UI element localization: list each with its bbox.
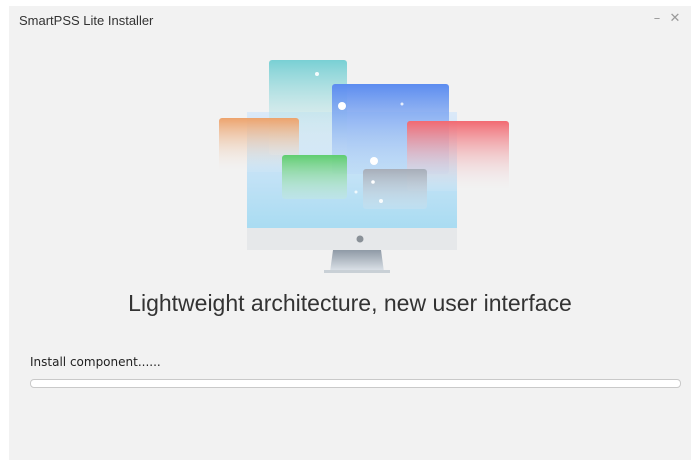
installer-window: SmartPSS Lite Installer – ✕ Lightweight … [9,6,691,460]
monitor-chin [247,228,457,250]
monitor-stand [330,250,384,272]
monitor-stand-base [324,270,390,273]
minimize-icon[interactable]: – [649,11,665,27]
gray-window-card [363,169,427,209]
monitor-power-dot [356,235,364,243]
close-icon[interactable]: ✕ [667,11,683,27]
green-window-card [282,155,347,199]
window-title: SmartPSS Lite Installer [19,13,154,28]
tagline-text: Lightweight architecture, new user inter… [128,290,572,316]
monitor-illustration [219,60,509,273]
title-bar[interactable]: SmartPSS Lite Installer – ✕ [9,6,691,34]
install-status-text: Install component...... [30,355,161,369]
install-progress-bar [30,379,681,388]
